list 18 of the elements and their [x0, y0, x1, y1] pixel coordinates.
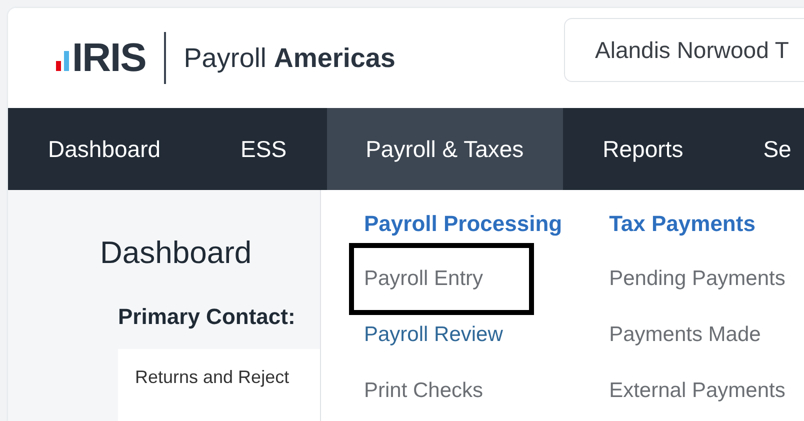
menu-heading: Tax Payments [608, 211, 756, 238]
section-heading: Primary Contact: [118, 304, 296, 330]
menu-link[interactable]: Print Checks [354, 363, 494, 419]
card-title: Returns and Reject [135, 367, 290, 387]
nav-tab[interactable]: Reports [562, 108, 724, 190]
menu-link[interactable]: Pending Payments [599, 251, 796, 307]
nav-tab[interactable]: Se [723, 108, 804, 190]
product-name: Payroll Americas [184, 42, 396, 74]
nav-tab[interactable]: Payroll & Taxes [326, 108, 563, 190]
company-field[interactable]: Alandis Norwood T [564, 18, 804, 82]
menu-link[interactable]: External Payments [599, 363, 796, 419]
menu-heading: Payroll Processing [363, 211, 562, 238]
nav-tab[interactable]: Dashboard [8, 108, 201, 190]
menu-link[interactable]: Payments Made [599, 307, 771, 363]
menu-link[interactable]: Payroll Entry [349, 243, 534, 315]
nav-tab[interactable]: ESS [200, 108, 327, 190]
logo-text: IRIS [72, 38, 146, 78]
page-title: Dashboard [100, 235, 252, 271]
